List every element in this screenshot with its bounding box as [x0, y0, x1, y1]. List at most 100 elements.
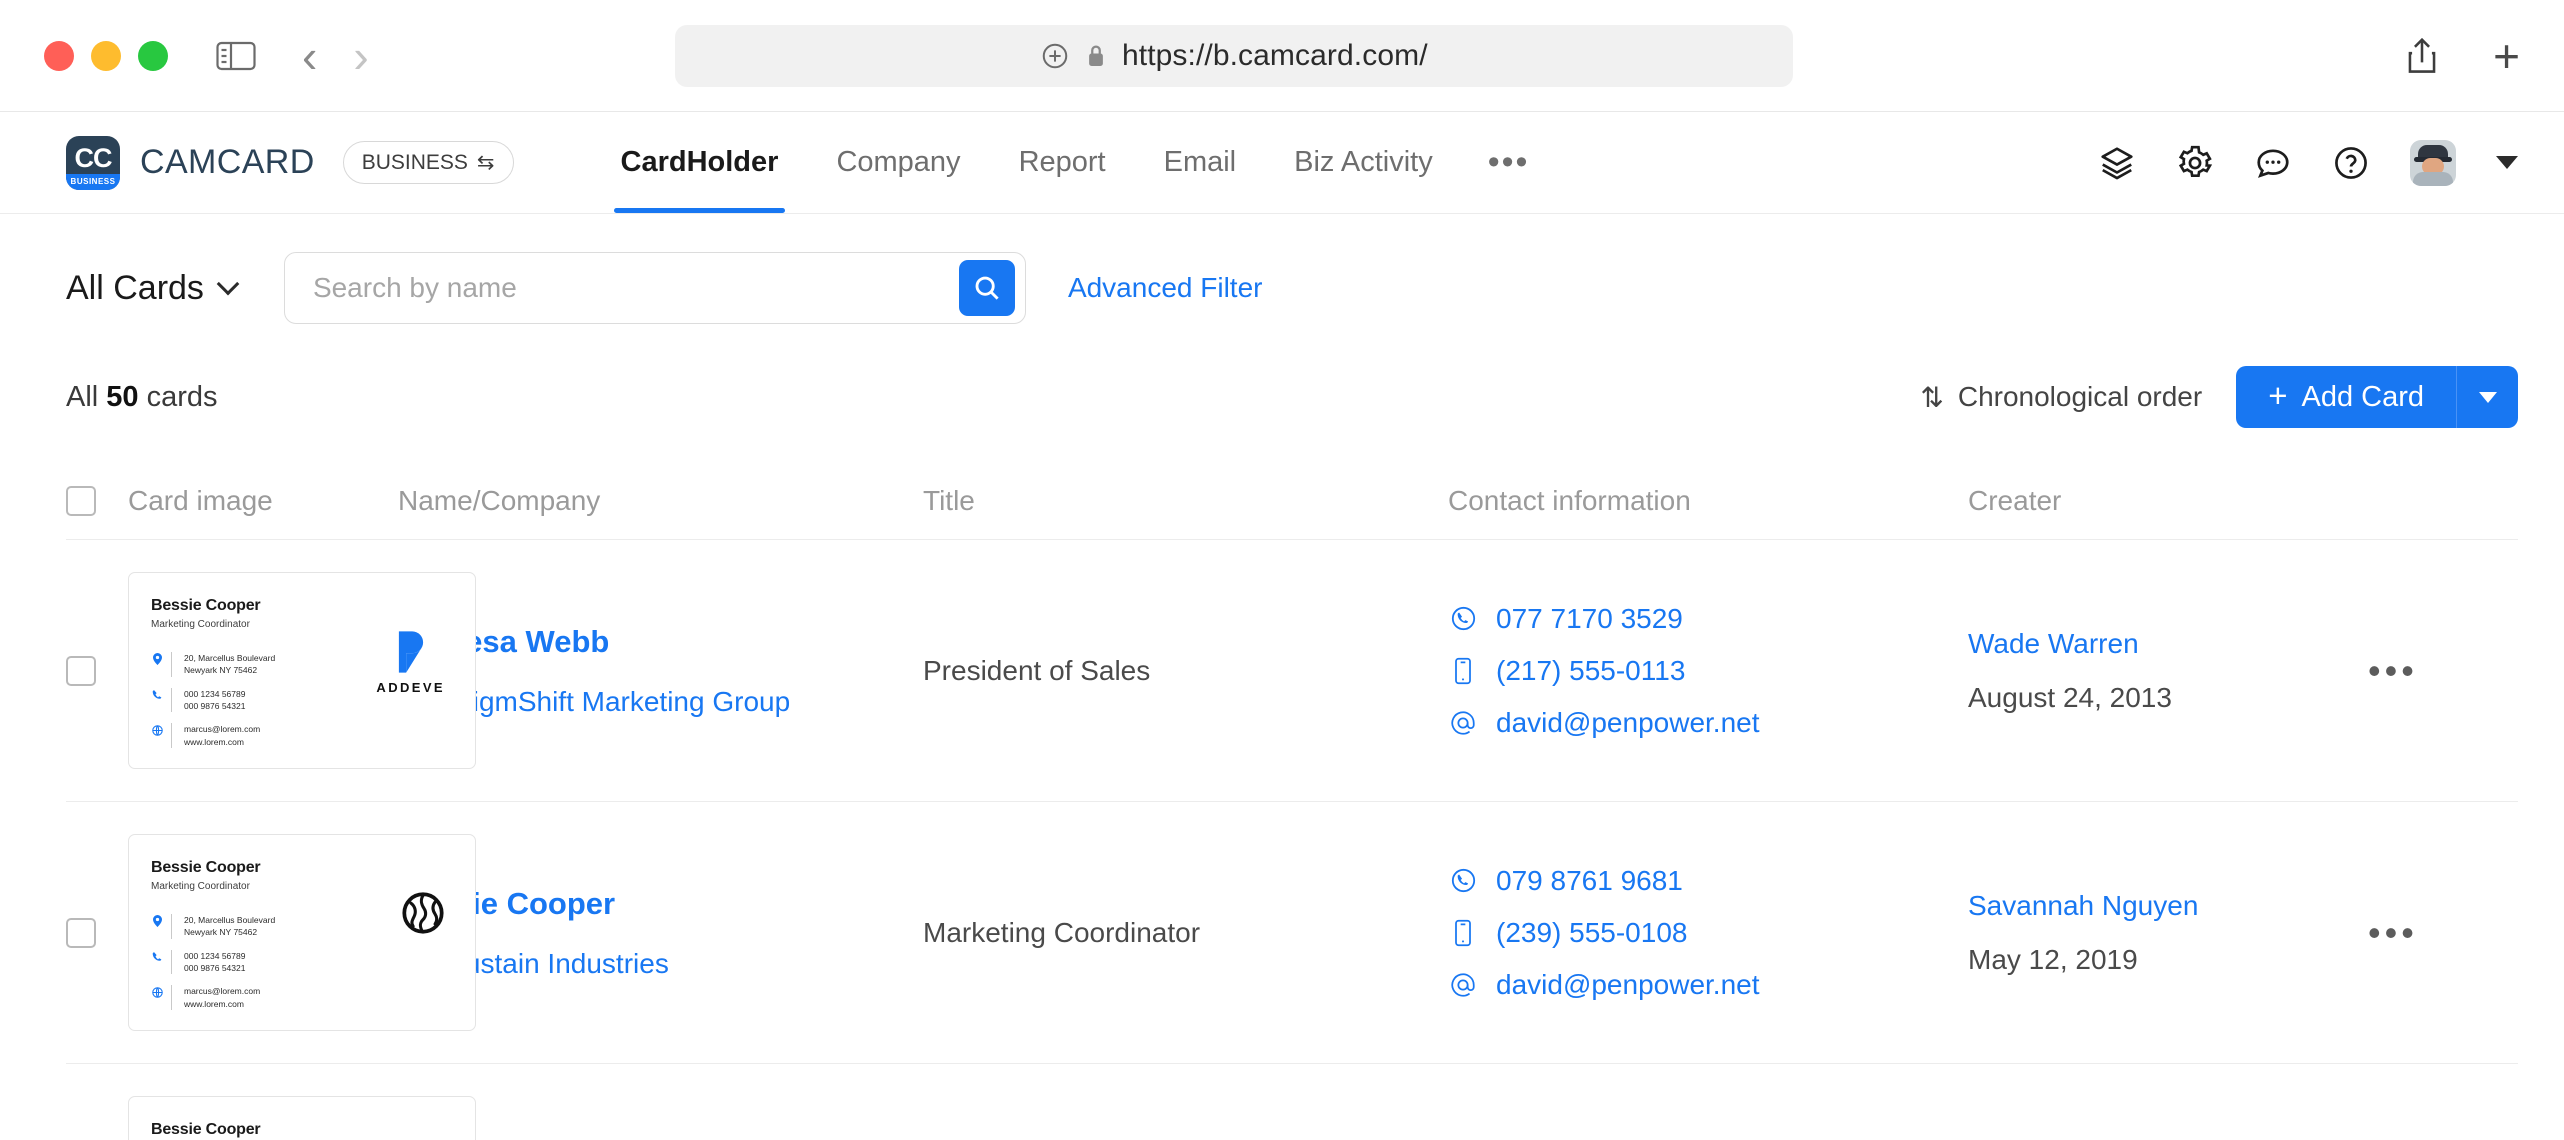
- row-menu-icon[interactable]: •••: [2368, 652, 2418, 689]
- add-card-dropdown-button[interactable]: [2456, 366, 2518, 428]
- sidebar-toggle-icon[interactable]: [216, 40, 256, 72]
- minimize-window-button[interactable]: [91, 40, 121, 71]
- search-icon: [975, 276, 999, 300]
- card-logo-word: ADDEVE: [376, 680, 445, 695]
- tab-label: Email: [1163, 146, 1237, 178]
- contact-name-link[interactable]: Bessie Cooper: [398, 886, 923, 922]
- tab-biz-activity[interactable]: Biz Activity: [1265, 112, 1462, 213]
- card-name: Bessie Cooper: [151, 859, 261, 876]
- tab-label: CardHolder: [620, 146, 779, 178]
- tab-cardholder[interactable]: CardHolder: [592, 112, 808, 213]
- more-tabs-icon[interactable]: •••: [1462, 143, 1556, 182]
- business-card-thumbnail[interactable]: Bessie Cooper Marketing Coordinator 20, …: [128, 572, 476, 769]
- column-header-contact: Contact information: [1448, 484, 1691, 516]
- sort-icon: ⇅: [1920, 381, 1944, 413]
- business-card-thumbnail[interactable]: Bessie Cooper Marketing Coordinator 20, …: [128, 834, 476, 1031]
- row-select-cell: [66, 655, 128, 686]
- add-card-label: Add Card: [2301, 380, 2424, 413]
- count-suffix: cards: [146, 380, 218, 413]
- row-menu-icon[interactable]: •••: [2368, 914, 2418, 951]
- creator-name-link[interactable]: Wade Warren: [1968, 628, 2368, 660]
- filter-bar: All Cards Advanced Filter: [0, 214, 2564, 324]
- creator-name-link[interactable]: Savannah Nguyen: [1968, 890, 2368, 922]
- creator-cell: Savannah Nguyen May 12, 2019: [1968, 890, 2368, 976]
- search-input[interactable]: [312, 272, 959, 304]
- table-row[interactable]: Bessie Cooper Marketing Coordinator Wade…: [66, 1064, 2518, 1140]
- back-button[interactable]: ‹: [302, 33, 317, 79]
- select-all-cell: [66, 485, 128, 516]
- location-pin-icon: [151, 652, 163, 666]
- contact-email[interactable]: david@penpower.net: [1448, 707, 1968, 739]
- brand-block: CC BUSINESS CAMCARD BUSINESS ⇆: [66, 135, 514, 190]
- table-row[interactable]: Bessie Cooper Marketing Coordinator 20, …: [66, 540, 2518, 802]
- add-card-button[interactable]: + Add Card: [2236, 366, 2456, 428]
- row-select-cell: [66, 917, 128, 948]
- card-address-line2: Newyark NY 75462: [184, 665, 258, 676]
- gear-icon[interactable]: [2176, 144, 2214, 182]
- contact-name-link[interactable]: Theresa Webb: [398, 624, 923, 660]
- advanced-filter-link[interactable]: Advanced Filter: [1068, 272, 1263, 304]
- table-row[interactable]: Bessie Cooper Marketing Coordinator 20, …: [66, 802, 2518, 1064]
- tab-report[interactable]: Report: [990, 112, 1135, 213]
- company-link[interactable]: EcoSustain Industries: [398, 948, 923, 980]
- count-value: 50: [106, 380, 139, 413]
- card-phone-line: 000 1234 56789 000 9876 54321: [151, 949, 453, 975]
- card-web-line: marcus@lorem.com www.lorem.com: [151, 723, 453, 748]
- main-nav-tabs: CardHolder Company Report Email Biz Acti…: [592, 112, 1556, 213]
- row-checkbox[interactable]: [66, 655, 96, 686]
- browser-window: ‹ › https://b.camcard.com/ + CC BUSINESS…: [0, 0, 2564, 1140]
- contact-email[interactable]: david@penpower.net: [1448, 969, 1968, 1001]
- globe-icon: [151, 985, 163, 999]
- close-window-button[interactable]: [44, 40, 74, 71]
- card-address-line2: Newyark NY 75462: [184, 927, 258, 938]
- new-tab-button[interactable]: +: [2493, 33, 2520, 79]
- contact-phone[interactable]: 077 7170 3529: [1448, 603, 1968, 635]
- globe-swirl-mark-icon: [402, 892, 444, 934]
- card-name: Bessie Cooper: [151, 597, 261, 614]
- created-date: August 24, 2013: [1968, 681, 2172, 713]
- maximize-window-button[interactable]: [138, 40, 168, 71]
- sort-button[interactable]: ⇅ Chronological order: [1920, 381, 2202, 414]
- row-checkbox[interactable]: [66, 917, 96, 948]
- card-image-cell: Bessie Cooper Marketing Coordinator: [128, 1096, 476, 1140]
- contact-mobile[interactable]: (217) 555-0113: [1448, 655, 1968, 687]
- toolbar-row: All 50 cards ⇅ Chronological order + Add…: [0, 324, 2564, 428]
- table-header-row: Card image Name/Company Title Contact in…: [66, 462, 2518, 540]
- tab-company[interactable]: Company: [807, 112, 989, 213]
- row-actions-cell: •••: [2368, 914, 2518, 951]
- card-name: Bessie Cooper: [151, 1121, 261, 1138]
- scope-selector[interactable]: All Cards: [66, 269, 240, 308]
- job-title: President of Sales: [923, 654, 1151, 686]
- share-icon[interactable]: [2405, 36, 2439, 76]
- card-address: 20, Marcellus Boulevard Newyark NY 75462: [184, 914, 275, 939]
- phone-icon: [151, 950, 163, 964]
- mobile-icon: [1448, 657, 1478, 685]
- addeve-p-mark-icon: [398, 631, 423, 673]
- business-card-thumbnail[interactable]: Bessie Cooper Marketing Coordinator: [128, 1096, 476, 1140]
- search-box[interactable]: [283, 252, 1026, 324]
- business-switch-badge[interactable]: BUSINESS ⇆: [342, 141, 514, 184]
- camcard-logo-icon: CC BUSINESS: [66, 135, 120, 190]
- select-all-checkbox[interactable]: [66, 485, 96, 516]
- account-menu-caret-icon[interactable]: [2496, 156, 2518, 169]
- help-icon[interactable]: [2332, 144, 2370, 182]
- layers-icon[interactable]: [2098, 144, 2136, 182]
- tab-label: Company: [836, 146, 961, 178]
- mobile-number: (239) 555-0108: [1496, 916, 1688, 948]
- tab-email[interactable]: Email: [1135, 112, 1266, 213]
- name-company-cell: Bessie Cooper EcoSustain Industries: [398, 886, 923, 980]
- chat-icon[interactable]: [2254, 144, 2292, 182]
- mobile-number: (217) 555-0113: [1496, 654, 1686, 686]
- forward-button[interactable]: ›: [353, 33, 368, 79]
- search-button[interactable]: [958, 260, 1015, 316]
- card-phone1: 000 1234 56789: [184, 688, 246, 699]
- contact-phone[interactable]: 079 8761 9681: [1448, 865, 1968, 897]
- mobile-icon: [1448, 919, 1478, 947]
- reader-plus-icon[interactable]: [1040, 41, 1070, 71]
- sort-label: Chronological order: [1957, 381, 2203, 412]
- company-link[interactable]: ParadigmShift Marketing Group: [398, 686, 923, 718]
- avatar[interactable]: [2410, 139, 2456, 186]
- brand-name: CAMCARD: [140, 143, 315, 181]
- address-bar[interactable]: https://b.camcard.com/: [674, 24, 1793, 87]
- contact-mobile[interactable]: (239) 555-0108: [1448, 917, 1968, 949]
